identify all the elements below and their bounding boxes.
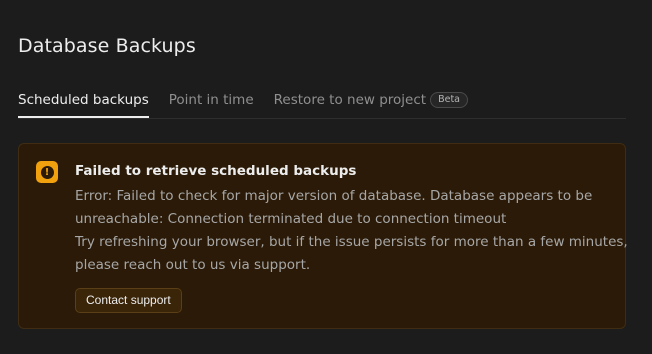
tab-scheduled-backups[interactable]: Scheduled backups (18, 90, 149, 118)
exclamation-glyph: ! (40, 165, 54, 179)
alert-message-line: Error: Failed to check for major version… (75, 188, 593, 204)
page-title: Database Backups (18, 35, 196, 57)
alert-message-line: unreachable: Connection terminated due t… (75, 211, 507, 227)
tab-label: Scheduled backups (18, 92, 149, 108)
alert-title: Failed to retrieve scheduled backups (75, 163, 357, 179)
beta-badge: Beta (430, 92, 468, 108)
tab-label: Point in time (168, 92, 254, 108)
tab-bar: Scheduled backups Point in time Restore … (18, 90, 626, 119)
page: Database Backups Scheduled backups Point… (0, 0, 652, 354)
alert-message: Error: Failed to check for major version… (75, 185, 628, 277)
error-alert: ! Failed to retrieve scheduled backups E… (18, 143, 628, 329)
alert-message-line: please reach out to us via support. (75, 257, 311, 273)
contact-support-button[interactable]: Contact support (75, 288, 182, 313)
tab-restore-to-new-project[interactable]: Restore to new project Beta (274, 90, 468, 117)
tab-point-in-time[interactable]: Point in time (169, 90, 254, 117)
warning-icon: ! (36, 161, 58, 183)
tab-label: Restore to new project (273, 92, 427, 108)
alert-message-line: Try refreshing your browser, but if the … (75, 234, 628, 250)
